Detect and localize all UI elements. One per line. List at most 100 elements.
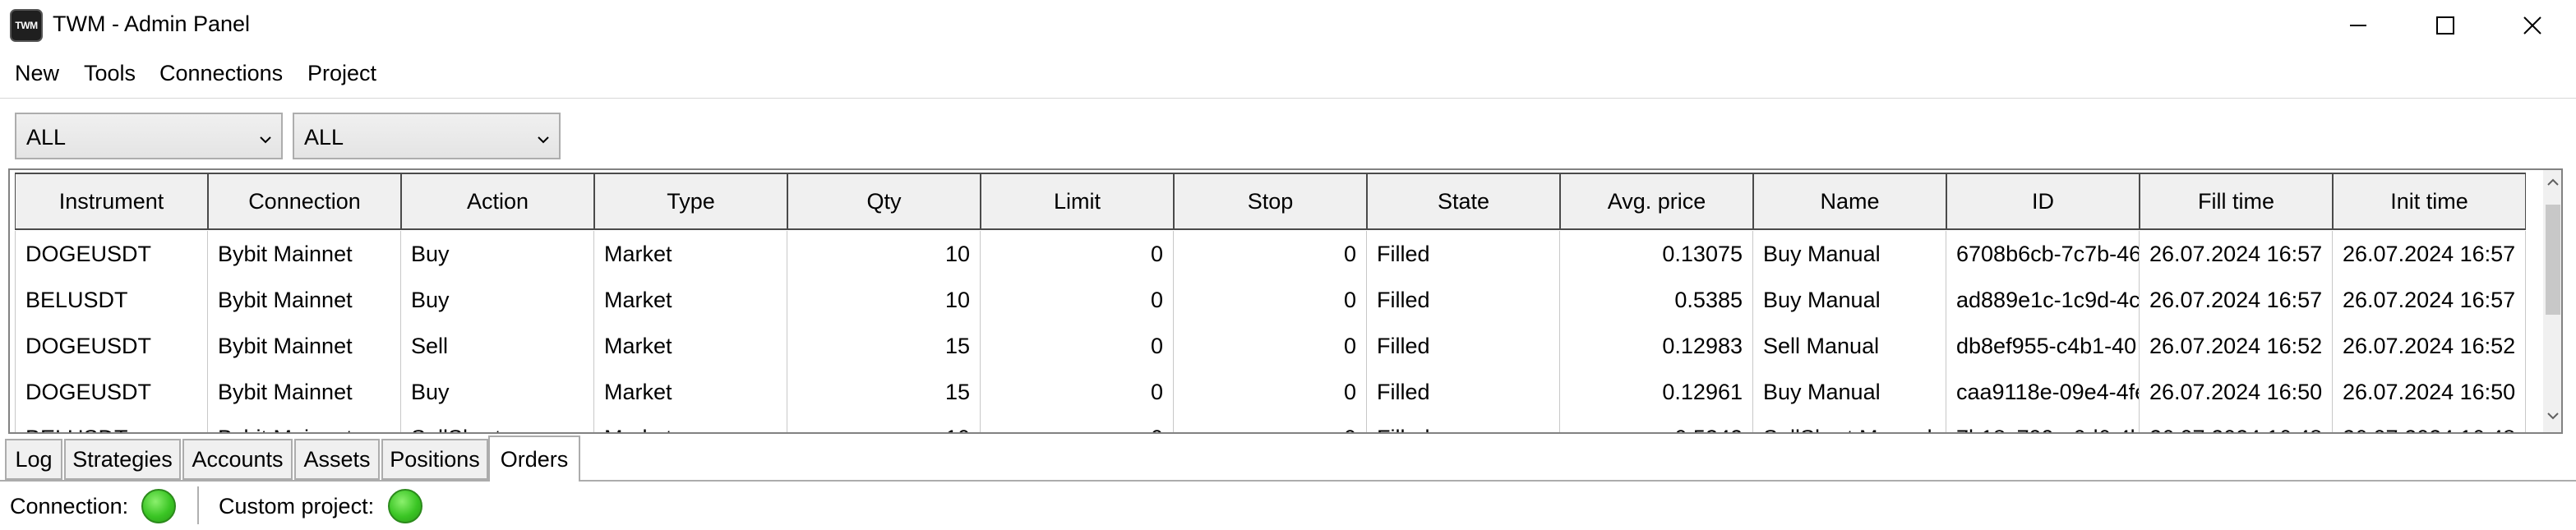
- cell-name: Buy Manual: [1753, 277, 1946, 323]
- cell-instrument: DOGEUSDT: [15, 369, 208, 415]
- column-header-stop[interactable]: Stop: [1174, 173, 1367, 230]
- menu-connections[interactable]: Connections: [159, 56, 283, 92]
- connection-label: Connection:: [10, 494, 129, 518]
- column-header-id[interactable]: ID: [1946, 173, 2140, 230]
- cell-avg-price: 0.5342: [1560, 415, 1753, 432]
- vertical-scrollbar[interactable]: [2543, 170, 2561, 432]
- status-bar: Connection: Custom project:: [0, 482, 2576, 530]
- cell-state: Filled: [1367, 415, 1560, 432]
- cell-state: Filled: [1367, 277, 1560, 323]
- cell-id: db8ef955-c4b1-40: [1946, 323, 2140, 369]
- cell-type: Market: [594, 369, 787, 415]
- cell-qty: 10: [787, 277, 981, 323]
- cell-type: Market: [594, 231, 787, 277]
- cell-type: Market: [594, 277, 787, 323]
- menu-tools[interactable]: Tools: [84, 56, 136, 92]
- cell-qty: 15: [787, 323, 981, 369]
- cell-connection: Bybit Mainnet: [208, 277, 401, 323]
- cell-fill-time: 26.07.2024 16:57: [2140, 277, 2333, 323]
- column-header-connection[interactable]: Connection: [208, 173, 401, 230]
- column-header-limit[interactable]: Limit: [981, 173, 1174, 230]
- app-logo-text: TWM: [15, 20, 38, 31]
- cell-connection: Bybit Mainnet: [208, 323, 401, 369]
- column-header-action[interactable]: Action: [401, 173, 594, 230]
- minimize-button[interactable]: [2315, 0, 2402, 51]
- filter-combo-1-value: ALL: [26, 125, 67, 150]
- cell-stop: 0: [1174, 231, 1367, 277]
- table-row[interactable]: DOGEUSDT Bybit Mainnet Buy Market 10 0 0 Filled…: [15, 231, 2526, 277]
- column-header-instrument[interactable]: Instrument: [15, 173, 208, 230]
- cell-limit: 0: [981, 231, 1174, 277]
- scroll-down-icon[interactable]: [2546, 408, 2560, 423]
- tab-positions[interactable]: Positions: [381, 439, 488, 480]
- column-header-fill-time[interactable]: Fill time: [2140, 173, 2333, 230]
- cell-limit: 0: [981, 369, 1174, 415]
- tab-strategies[interactable]: Strategies: [64, 439, 181, 480]
- maximize-icon: [2436, 16, 2454, 35]
- cell-stop: 0: [1174, 277, 1367, 323]
- cell-avg-price: 0.13075: [1560, 231, 1753, 277]
- scroll-up-icon[interactable]: [2546, 175, 2560, 190]
- cell-name: Buy Manual: [1753, 231, 1946, 277]
- cell-qty: 10: [787, 415, 981, 432]
- cell-action: Buy: [401, 231, 594, 277]
- cell-type: Market: [594, 415, 787, 432]
- column-header-avg-price[interactable]: Avg. price: [1560, 173, 1753, 230]
- filter-combo-2-value: ALL: [304, 125, 344, 150]
- connection-status-indicator: [141, 489, 176, 523]
- cell-init-time: 26.07.2024 16:48: [2333, 415, 2526, 432]
- cell-limit: 0: [981, 277, 1174, 323]
- cell-qty: 15: [787, 369, 981, 415]
- grid-body: DOGEUSDT Bybit Mainnet Buy Market 10 0 0 Filled…: [15, 231, 2526, 432]
- filter-combo-1[interactable]: ALL: [15, 113, 283, 159]
- cell-instrument: BELUSDT: [15, 415, 208, 432]
- column-header-init-time[interactable]: Init time: [2333, 173, 2526, 230]
- cell-type: Market: [594, 323, 787, 369]
- cell-id: 6708b6cb-7c7b-46: [1946, 231, 2140, 277]
- tab-log[interactable]: Log: [5, 439, 62, 480]
- maximize-button[interactable]: [2402, 0, 2489, 51]
- cell-name: Buy Manual: [1753, 369, 1946, 415]
- menu-project[interactable]: Project: [307, 56, 376, 92]
- column-header-state[interactable]: State: [1367, 173, 1560, 230]
- menu-bar: New Tools Connections Project: [0, 51, 2576, 97]
- cell-fill-time: 26.07.2024 16:52: [2140, 323, 2333, 369]
- close-button[interactable]: [2489, 0, 2576, 51]
- cell-id: caa9118e-09e4-4fe: [1946, 369, 2140, 415]
- cell-name: SellShort Manual: [1753, 415, 1946, 432]
- tab-accounts[interactable]: Accounts: [182, 439, 293, 480]
- table-row[interactable]: BELUSDT Bybit Mainnet Buy Market 10 0 0 Filled 0…: [15, 277, 2526, 323]
- chevron-down-icon: [536, 127, 551, 153]
- cell-action: Buy: [401, 369, 594, 415]
- app-logo-icon: TWM: [10, 9, 43, 42]
- cell-action: Sell: [401, 323, 594, 369]
- column-header-type[interactable]: Type: [594, 173, 787, 230]
- custom-project-status-indicator: [388, 489, 422, 523]
- status-divider: [197, 486, 199, 524]
- column-header-qty[interactable]: Qty: [787, 173, 981, 230]
- column-header-name[interactable]: Name: [1753, 173, 1946, 230]
- cell-fill-time: 26.07.2024 16:50: [2140, 369, 2333, 415]
- scrollbar-thumb[interactable]: [2546, 205, 2560, 315]
- close-icon: [2523, 16, 2541, 35]
- cell-state: Filled: [1367, 323, 1560, 369]
- orders-grid: Instrument Connection Action Type Qty Li…: [8, 168, 2563, 434]
- cell-connection: Bybit Mainnet: [208, 415, 401, 432]
- cell-stop: 0: [1174, 415, 1367, 432]
- cell-instrument: BELUSDT: [15, 277, 208, 323]
- filter-combo-2[interactable]: ALL: [293, 113, 561, 159]
- minimize-icon: [2350, 25, 2366, 26]
- tab-orders[interactable]: Orders: [488, 436, 580, 482]
- table-row[interactable]: BELUSDTBybit MainnetSellShortMarket1000F…: [15, 415, 2526, 432]
- cell-init-time: 26.07.2024 16:52: [2333, 323, 2526, 369]
- tab-assets[interactable]: Assets: [294, 439, 380, 480]
- table-row[interactable]: DOGEUSDT Bybit Mainnet Buy Market 15 0 0 Filled…: [15, 369, 2526, 415]
- table-row[interactable]: DOGEUSDT Bybit Mainnet Sell Market 15 0 0 Fille…: [15, 323, 2526, 369]
- cell-init-time: 26.07.2024 16:57: [2333, 277, 2526, 323]
- menu-new[interactable]: New: [15, 56, 59, 92]
- cell-instrument: DOGEUSDT: [15, 323, 208, 369]
- cell-connection: Bybit Mainnet: [208, 231, 401, 277]
- cell-action: Buy: [401, 277, 594, 323]
- cell-limit: 0: [981, 323, 1174, 369]
- cell-id: ad889e1c-1c9d-4c: [1946, 277, 2140, 323]
